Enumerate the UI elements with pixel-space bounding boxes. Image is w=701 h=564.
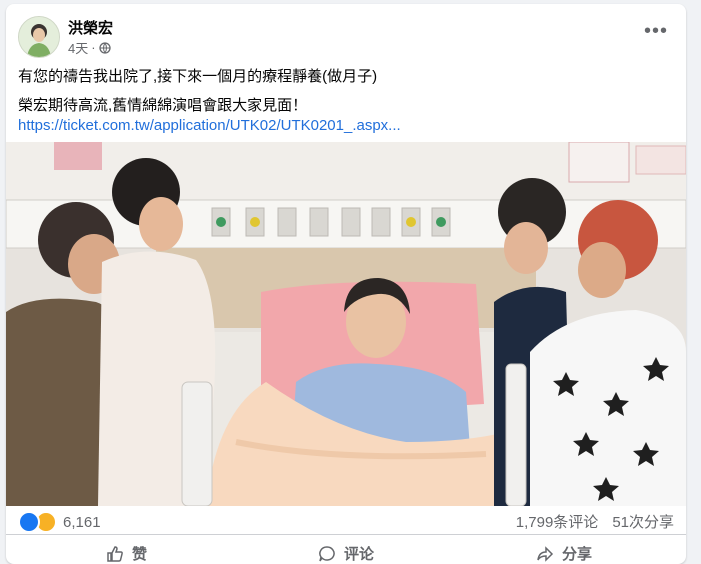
engagement-counts: 1,799条评论 51次分享 bbox=[516, 511, 674, 532]
share-label: 分享 bbox=[562, 546, 593, 563]
globe-icon bbox=[98, 41, 111, 54]
post-text-line1: 有您的禱告我出院了,接下來一個月的療程靜養(做月子) bbox=[18, 68, 378, 85]
post-link[interactable]: https://ticket.com.tw/application/UTK02/… bbox=[18, 116, 674, 136]
post-meta: 4天 · bbox=[68, 38, 111, 57]
thumbs-up-icon bbox=[107, 545, 123, 562]
post-header: 洪榮宏 4天 · ••• bbox=[18, 16, 674, 60]
more-options-button[interactable]: ••• bbox=[640, 21, 672, 46]
reaction-summary[interactable]: 6,161 bbox=[18, 511, 101, 533]
post-photo[interactable] bbox=[6, 142, 686, 506]
reaction-count: 6,161 bbox=[63, 513, 101, 531]
post-text-line2: 榮宏期待高流,舊情綿綿演唱會跟大家見面！ bbox=[18, 97, 308, 114]
comment-count[interactable]: 1,799条评论 bbox=[516, 511, 599, 532]
share-icon bbox=[537, 545, 554, 562]
share-button[interactable]: 分享 bbox=[536, 543, 592, 564]
avatar-image bbox=[19, 17, 59, 57]
post-stats: 6,161 1,799条评论 51次分享 bbox=[18, 509, 674, 533]
hospital-photo-illustration bbox=[6, 142, 686, 506]
post-card: 洪榮宏 4天 · ••• 有您的禱告我出院了,接下來一個月的療程靜養(做月子) … bbox=[6, 4, 686, 564]
author-avatar[interactable] bbox=[18, 16, 60, 58]
author-name[interactable]: 洪榮宏 bbox=[68, 17, 113, 38]
post-actions: 赞 评论 分享 bbox=[6, 534, 686, 564]
share-count[interactable]: 51次分享 bbox=[612, 511, 674, 532]
post-text: 有您的禱告我出院了,接下來一個月的療程靜養(做月子) 榮宏期待高流,舊情綿綿演唱… bbox=[18, 67, 674, 136]
meta-separator: · bbox=[91, 40, 96, 55]
comment-icon bbox=[319, 545, 335, 561]
like-button[interactable]: 赞 bbox=[106, 543, 147, 564]
comment-label: 评论 bbox=[344, 546, 375, 563]
like-label: 赞 bbox=[132, 546, 148, 563]
post-time[interactable]: 4天 bbox=[68, 38, 88, 57]
comment-button[interactable]: 评论 bbox=[318, 543, 374, 564]
like-reaction-icon bbox=[18, 511, 40, 533]
